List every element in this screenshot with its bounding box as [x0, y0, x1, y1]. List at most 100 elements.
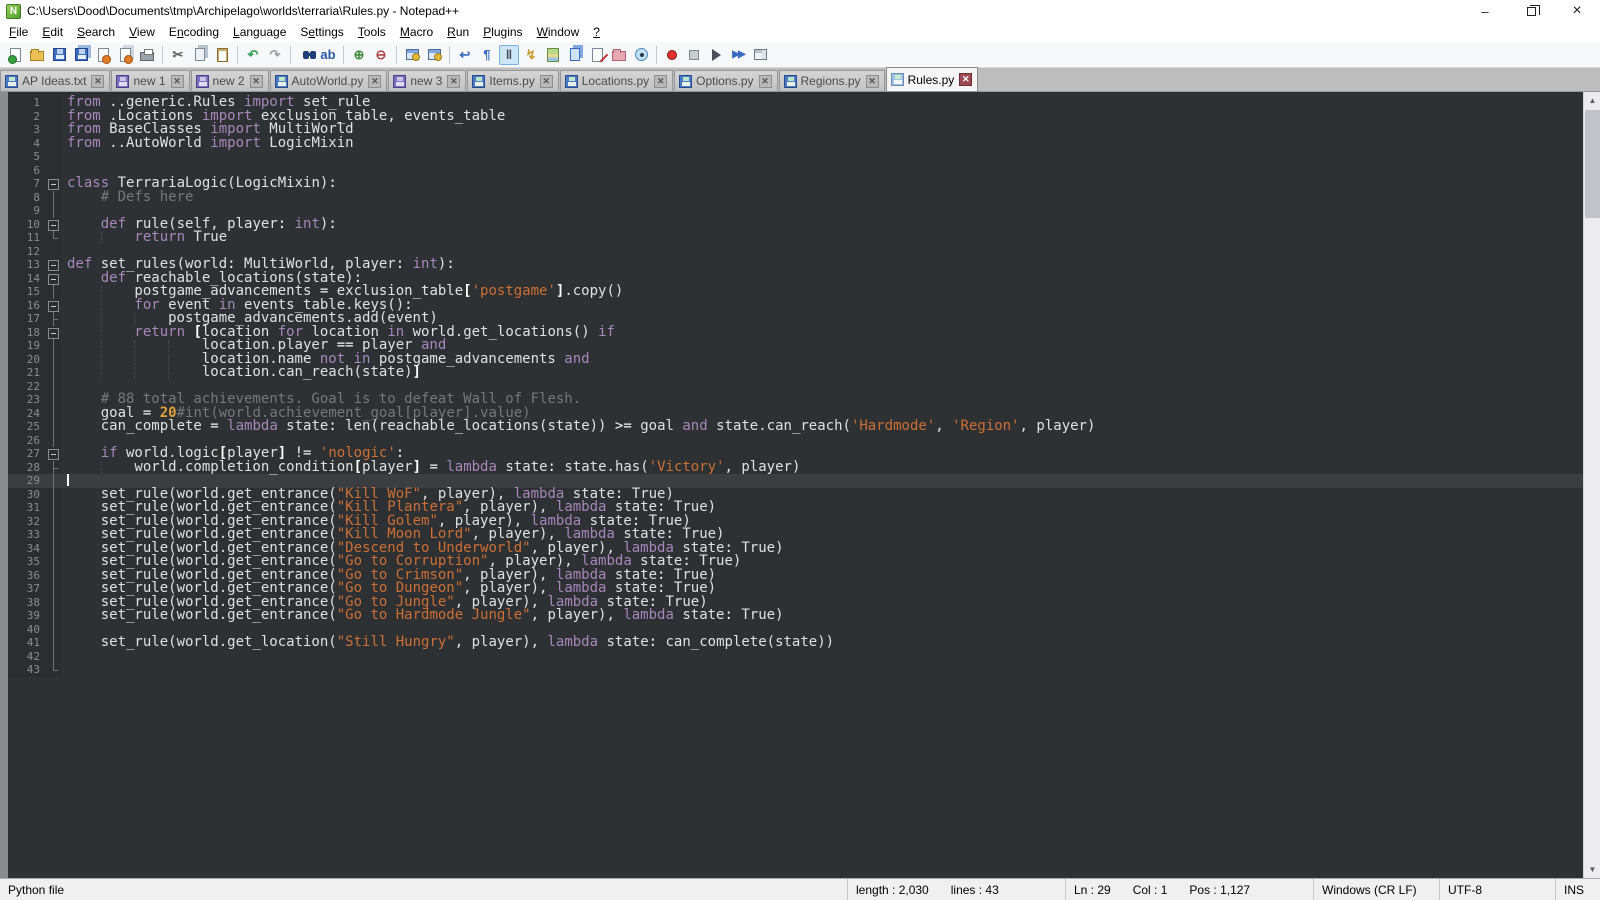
menu-item-window[interactable]: Window: [530, 23, 587, 41]
line-number[interactable]: 33: [8, 528, 46, 542]
function-list-icon[interactable]: ↯: [521, 45, 541, 65]
tab-close-icon[interactable]: ✕: [654, 75, 667, 88]
line-number[interactable]: 9: [8, 204, 46, 218]
menu-item-?[interactable]: ?: [586, 23, 607, 41]
code-line-42[interactable]: 42: [8, 650, 1583, 664]
line-number[interactable]: 23: [8, 393, 46, 407]
document-monitor-icon[interactable]: [631, 45, 651, 65]
tab-close-icon[interactable]: ✕: [91, 75, 104, 88]
line-number[interactable]: 42: [8, 650, 46, 664]
find-icon[interactable]: [296, 45, 316, 65]
line-number[interactable]: 12: [8, 245, 46, 259]
line-number[interactable]: 22: [8, 380, 46, 394]
status-insert-mode[interactable]: INS: [1556, 879, 1600, 900]
code-line-5[interactable]: 5: [8, 150, 1583, 164]
save-all-icon[interactable]: [71, 45, 91, 65]
tab-options-py[interactable]: Options.py✕: [674, 70, 777, 91]
menu-item-encoding[interactable]: Encoding: [162, 23, 226, 41]
menu-item-search[interactable]: Search: [70, 23, 122, 41]
menu-item-macro[interactable]: Macro: [393, 23, 440, 41]
sync-vertical-icon[interactable]: [402, 45, 422, 65]
line-number[interactable]: 5: [8, 150, 46, 164]
line-number[interactable]: 8: [8, 191, 46, 205]
line-number[interactable]: 36: [8, 569, 46, 583]
code-line-41[interactable]: 41 set_rule(world.get_location("Still Hu…: [8, 636, 1583, 650]
document-switcher-icon[interactable]: [565, 45, 585, 65]
line-number[interactable]: 29: [8, 474, 46, 488]
fold-collapse-icon[interactable]: [46, 299, 61, 313]
menu-item-file[interactable]: File: [2, 23, 35, 41]
menu-item-language[interactable]: Language: [226, 23, 293, 41]
line-number[interactable]: 40: [8, 623, 46, 637]
tab-items-py[interactable]: Items.py✕: [467, 70, 558, 91]
close-icon[interactable]: [93, 45, 113, 65]
menu-item-tools[interactable]: Tools: [351, 23, 393, 41]
code-line-25[interactable]: 25 can_complete = lambda state: len(reac…: [8, 420, 1583, 434]
line-number[interactable]: 15: [8, 285, 46, 299]
menu-item-plugins[interactable]: Plugins: [476, 23, 529, 41]
sync-horizontal-icon[interactable]: [424, 45, 444, 65]
new-file-icon[interactable]: [5, 45, 25, 65]
line-number[interactable]: 31: [8, 501, 46, 515]
tab-ap-ideas-txt[interactable]: AP Ideas.txt✕: [0, 70, 110, 91]
line-number[interactable]: 43: [8, 663, 46, 677]
tab-new-3[interactable]: new 3✕: [388, 70, 466, 91]
zoom-out-icon[interactable]: ⊖: [371, 45, 391, 65]
line-number[interactable]: 1: [8, 96, 46, 110]
restore-button[interactable]: [1508, 0, 1554, 22]
tab-close-icon[interactable]: ✕: [759, 75, 772, 88]
line-number[interactable]: 39: [8, 609, 46, 623]
line-number[interactable]: 16: [8, 299, 46, 313]
open-file-icon[interactable]: [27, 45, 47, 65]
fold-collapse-icon[interactable]: [46, 326, 61, 340]
code-area[interactable]: 1from ..generic.Rules import set_rule2fr…: [8, 92, 1583, 878]
macro-record-icon[interactable]: [662, 45, 682, 65]
zoom-in-icon[interactable]: ⊕: [349, 45, 369, 65]
edit-script-icon[interactable]: [587, 45, 607, 65]
line-number[interactable]: 26: [8, 434, 46, 448]
replace-icon[interactable]: ab: [318, 45, 338, 65]
line-number[interactable]: 34: [8, 542, 46, 556]
scroll-up-arrow-icon[interactable]: ▲: [1584, 92, 1600, 109]
code-line-4[interactable]: 4from ..AutoWorld import LogicMixin: [8, 137, 1583, 151]
macro-stop-icon[interactable]: [684, 45, 704, 65]
line-number[interactable]: 6: [8, 164, 46, 178]
line-number[interactable]: 19: [8, 339, 46, 353]
line-number[interactable]: 7: [8, 177, 46, 191]
code-line-8[interactable]: 8 # Defs here: [8, 191, 1583, 205]
minimize-button[interactable]: –: [1462, 0, 1508, 22]
fold-collapse-icon[interactable]: [46, 218, 61, 232]
tab-new-2[interactable]: new 2✕: [191, 70, 269, 91]
macro-run-multiple-icon[interactable]: ▶▶: [728, 45, 748, 65]
line-number[interactable]: 18: [8, 326, 46, 340]
line-number[interactable]: 35: [8, 555, 46, 569]
line-number[interactable]: 13: [8, 258, 46, 272]
code-line-10[interactable]: 10 def rule(self, player: int):: [8, 218, 1583, 232]
indent-guide-icon[interactable]: ‖: [499, 45, 519, 65]
line-number[interactable]: 37: [8, 582, 46, 596]
menu-item-view[interactable]: View: [122, 23, 162, 41]
paste-icon[interactable]: [212, 45, 232, 65]
tab-close-icon[interactable]: ✕: [171, 75, 184, 88]
tab-autoworld-py[interactable]: AutoWorld.py✕: [270, 70, 388, 91]
code-line-39[interactable]: 39 set_rule(world.get_entrance("Go to Ha…: [8, 609, 1583, 623]
close-button[interactable]: ×: [1554, 0, 1600, 22]
fold-collapse-icon[interactable]: [46, 258, 61, 272]
line-number[interactable]: 2: [8, 110, 46, 124]
tab-close-icon[interactable]: ✕: [368, 75, 381, 88]
tab-close-icon[interactable]: ✕: [866, 75, 879, 88]
line-number[interactable]: 4: [8, 137, 46, 151]
line-number[interactable]: 3: [8, 123, 46, 137]
project-panel-icon[interactable]: [609, 45, 629, 65]
redo-icon[interactable]: ↷: [265, 45, 285, 65]
print-icon[interactable]: [137, 45, 157, 65]
scroll-down-arrow-icon[interactable]: ▼: [1584, 861, 1600, 878]
copy-icon[interactable]: [190, 45, 210, 65]
line-number[interactable]: 21: [8, 366, 46, 380]
close-all-icon[interactable]: [115, 45, 135, 65]
line-number[interactable]: 10: [8, 218, 46, 232]
cut-icon[interactable]: ✂: [168, 45, 188, 65]
save-icon[interactable]: [49, 45, 69, 65]
fold-collapse-icon[interactable]: [46, 447, 61, 461]
tab-close-icon[interactable]: ✕: [250, 75, 263, 88]
